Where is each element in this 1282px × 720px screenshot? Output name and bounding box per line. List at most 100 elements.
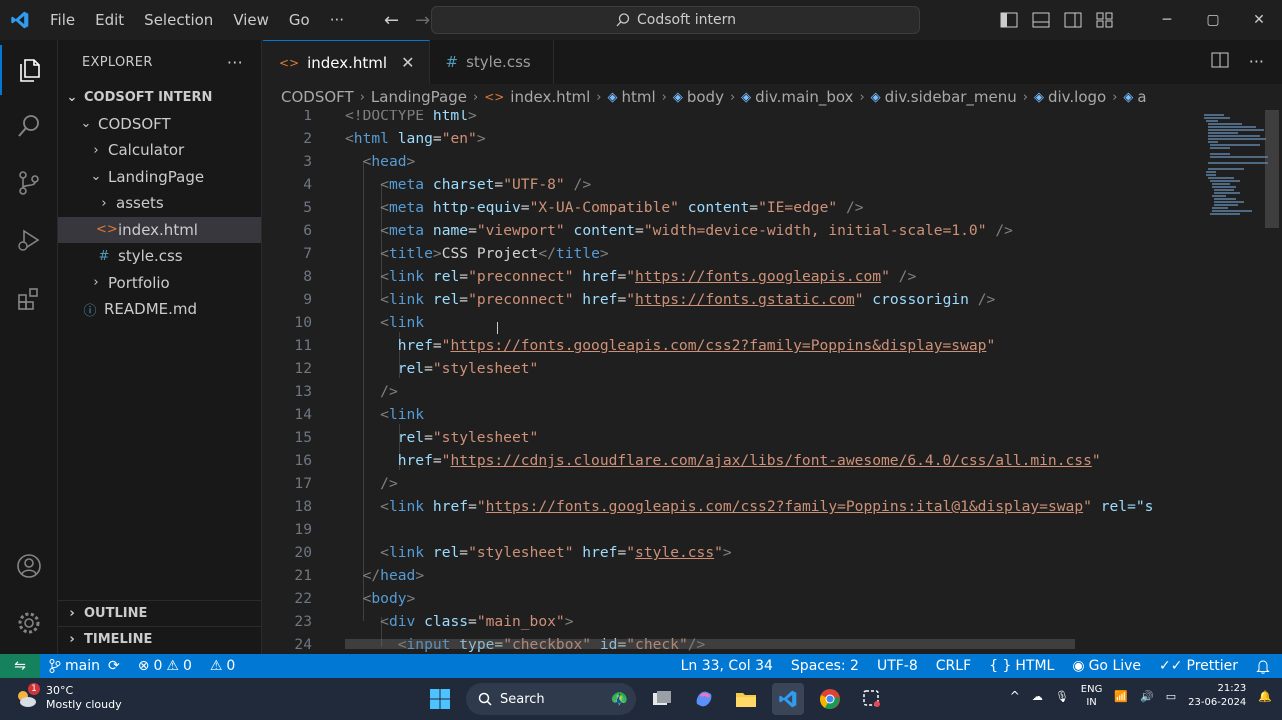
- prettier-button[interactable]: ✓✓ Prettier: [1150, 658, 1247, 674]
- language-indicator[interactable]: ENG IN: [1081, 683, 1103, 709]
- chrome-icon[interactable]: [814, 683, 846, 715]
- breadcrumb-item[interactable]: CODSOFT: [281, 88, 354, 106]
- cursor-position[interactable]: Ln 33, Col 34: [672, 658, 782, 674]
- file-readme[interactable]: ⓘ README.md: [58, 296, 261, 323]
- minimize-button[interactable]: ─: [1144, 12, 1190, 28]
- problems-indicator[interactable]: ⊗ 0 ⚠ 0: [129, 658, 201, 674]
- code-line: 17 />: [294, 475, 398, 492]
- windows-start-icon[interactable]: [424, 683, 456, 715]
- breadcrumb-item[interactable]: div.sidebar_menu: [885, 88, 1017, 106]
- toggle-primary-sidebar-icon[interactable]: [1000, 12, 1018, 28]
- folder-landingpage[interactable]: ⌄ LandingPage: [58, 164, 261, 191]
- menu-more[interactable]: ···: [320, 0, 354, 40]
- search-highlight-icon: 🦚: [610, 691, 628, 707]
- breadcrumb-item[interactable]: LandingPage: [371, 88, 467, 106]
- horizontal-scrollbar[interactable]: [345, 639, 1075, 649]
- breadcrumb: CODSOFT › LandingPage › <> index.html › ◈ htm…: [263, 84, 1282, 110]
- tab-index-html[interactable]: <> index.html ✕: [263, 40, 430, 84]
- microphone-icon[interactable]: 🎙: [1055, 690, 1069, 703]
- explorer-title: EXPLORER: [82, 54, 153, 70]
- end-of-line[interactable]: CRLF: [927, 658, 980, 674]
- explorer-icon[interactable]: [0, 45, 58, 95]
- folder-portfolio[interactable]: › Portfolio: [58, 270, 261, 297]
- sync-icon[interactable]: ⟳: [108, 658, 120, 674]
- customize-layout-icon[interactable]: [1096, 12, 1114, 28]
- breadcrumb-item[interactable]: index.html: [510, 88, 590, 106]
- code-line: 18 <link href="https://fonts.googleapis.…: [294, 498, 1154, 515]
- go-live-button[interactable]: ◉ Go Live: [1063, 658, 1150, 674]
- vertical-scrollbar[interactable]: [1265, 110, 1279, 228]
- run-debug-icon[interactable]: [0, 215, 58, 265]
- remote-icon[interactable]: ⇋: [0, 654, 40, 678]
- snipping-tool-icon[interactable]: [856, 683, 888, 715]
- folder-calculator[interactable]: › Calculator: [58, 137, 261, 164]
- extensions-icon[interactable]: [0, 274, 58, 324]
- indentation[interactable]: Spaces: 2: [782, 658, 868, 674]
- close-window-button[interactable]: ✕: [1236, 12, 1282, 28]
- show-hidden-icons-icon[interactable]: ^: [1010, 689, 1020, 703]
- title-bar: File Edit Selection View Go ··· ← → Cods…: [0, 0, 1282, 40]
- menu-edit[interactable]: Edit: [85, 0, 134, 40]
- clock[interactable]: 21:23 23-06-2024: [1188, 682, 1246, 710]
- source-control-icon[interactable]: [0, 158, 58, 208]
- notifications-bell-icon[interactable]: [1247, 659, 1282, 674]
- onedrive-cloud-icon[interactable]: ☁: [1032, 690, 1043, 703]
- css-file-icon: #: [98, 248, 110, 264]
- forward-arrow-icon[interactable]: →: [415, 10, 430, 31]
- breadcrumb-item[interactable]: div.logo: [1048, 88, 1106, 106]
- outline-section[interactable]: › OUTLINE: [58, 600, 262, 626]
- vscode-taskbar-icon[interactable]: [772, 683, 804, 715]
- task-view-icon[interactable]: [646, 683, 678, 715]
- breadcrumb-item[interactable]: body: [687, 88, 724, 106]
- breadcrumb-item[interactable]: div.main_box: [755, 88, 853, 106]
- code-editor[interactable]: 1 <!DOCTYPE html> 2 <html lang="en"> 3 <he…: [263, 110, 1282, 654]
- manage-gear-icon[interactable]: [0, 598, 58, 648]
- branch-indicator[interactable]: main ⟳: [40, 658, 129, 674]
- file-index-html[interactable]: <> index.html: [58, 216, 261, 243]
- weather-condition: Mostly cloudy: [46, 698, 122, 711]
- encoding[interactable]: UTF-8: [868, 658, 927, 674]
- tab-style-css[interactable]: # style.css: [429, 40, 554, 84]
- taskbar-search[interactable]: Search 🦚: [466, 683, 636, 715]
- split-editor-icon[interactable]: [1211, 52, 1229, 68]
- vscode-logo-icon: [0, 0, 40, 40]
- menu-selection[interactable]: Selection: [134, 0, 223, 40]
- info-file-icon: ⓘ: [83, 303, 97, 319]
- back-arrow-icon[interactable]: ←: [384, 10, 399, 31]
- notifications-bell-icon[interactable]: 🔔: [1258, 690, 1272, 703]
- search-view-icon[interactable]: [0, 101, 58, 151]
- weather-widget[interactable]: 1 30°C Mostly cloudy: [14, 683, 122, 712]
- toggle-secondary-sidebar-icon[interactable]: [1064, 12, 1082, 28]
- accounts-icon[interactable]: [0, 541, 58, 591]
- command-center[interactable]: Codsoft intern: [431, 6, 920, 34]
- folder-assets[interactable]: › assets: [58, 190, 261, 217]
- breadcrumb-item[interactable]: html: [621, 88, 655, 106]
- maximize-button[interactable]: ▢: [1190, 12, 1236, 28]
- timeline-section[interactable]: › TIMELINE: [58, 626, 262, 652]
- menu-go[interactable]: Go: [279, 0, 320, 40]
- chevron-right-icon: ›: [93, 142, 99, 158]
- code-line: 10 <link: [294, 314, 425, 331]
- menu-view[interactable]: View: [223, 0, 279, 40]
- breadcrumb-item[interactable]: a: [1137, 88, 1146, 106]
- editor-more-actions[interactable]: ···: [1249, 52, 1264, 71]
- language-mode[interactable]: { } HTML: [980, 658, 1063, 674]
- code-line: 21 </head>: [294, 567, 425, 584]
- toggle-panel-icon[interactable]: [1032, 12, 1050, 28]
- wifi-icon[interactable]: 📶: [1114, 690, 1128, 703]
- folder-codsoft[interactable]: ⌄ CODSOFT: [58, 111, 261, 138]
- close-icon[interactable]: ✕: [401, 53, 414, 72]
- file-style-css[interactable]: # style.css: [58, 243, 261, 270]
- status-bar: ⇋ main ⟳ ⊗ 0 ⚠ 0 ⚠ 0 Ln 33, Col 34 Space…: [0, 654, 1282, 678]
- battery-icon[interactable]: ▭: [1166, 690, 1176, 703]
- menu-file[interactable]: File: [40, 0, 85, 40]
- file-explorer-icon[interactable]: [730, 683, 762, 715]
- copilot-icon[interactable]: [688, 683, 720, 715]
- broadcast-icon: ⚠: [209, 658, 223, 674]
- workspace-root[interactable]: ⌄ CODSOFT INTERN: [58, 84, 261, 111]
- code-line: 11 href="https://fonts.googleapis.com/cs…: [294, 337, 996, 354]
- volume-icon[interactable]: 🔊: [1140, 690, 1154, 703]
- ports-indicator[interactable]: ⚠ 0: [201, 658, 244, 674]
- html-file-icon: <>: [279, 55, 300, 70]
- explorer-more-actions[interactable]: ···: [227, 53, 243, 72]
